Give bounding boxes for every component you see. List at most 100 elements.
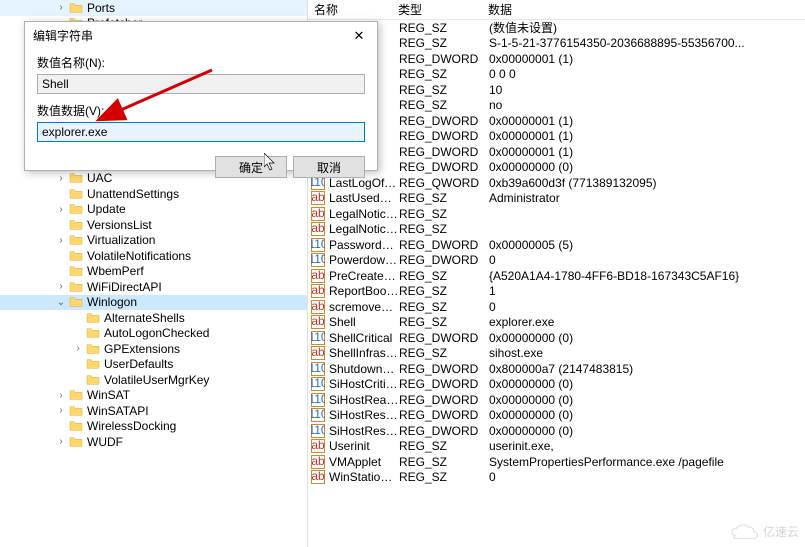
value-data: 0x800000a7 (2147483815) [489, 362, 805, 376]
tree-item-wudf[interactable]: ›WUDF [0, 434, 307, 450]
value-row[interactable]: abLegalNoticeTextREG_SZ [308, 222, 805, 238]
tree-item-wifidirectapi[interactable]: ›WiFiDirectAPI [0, 279, 307, 295]
tree-item-virtualization[interactable]: ›Virtualization [0, 233, 307, 249]
value-row[interactable]: abLegalNoticeCap...REG_SZ [308, 206, 805, 222]
value-row[interactable]: abUserinitREG_SZuserinit.exe, [308, 439, 805, 455]
expander-icon[interactable]: › [55, 405, 67, 417]
value-row[interactable]: abShellInfrastruct...REG_SZsihost.exe [308, 346, 805, 362]
value-name: SiHostCritical [329, 377, 399, 391]
binary-value-icon: 110 [310, 408, 326, 422]
expander-icon[interactable]: › [55, 203, 67, 215]
value-list[interactable]: abREG_SZ(数值未设置)abIDREG_SZS-1-5-21-377615… [308, 20, 805, 485]
expander-icon[interactable]: ⌄ [55, 296, 67, 308]
value-row[interactable]: 110PasswordExpiry...REG_DWORD0x00000005 … [308, 237, 805, 253]
expander-icon[interactable] [55, 420, 67, 432]
expander-icon[interactable] [55, 188, 67, 200]
folder-icon [69, 265, 83, 277]
tree-item-update[interactable]: ›Update [0, 202, 307, 218]
tree-item-wirelessdocking[interactable]: WirelessDocking [0, 419, 307, 435]
value-row[interactable]: abLastUsedUsern...REG_SZAdministrator [308, 191, 805, 207]
tree-item-label: UnattendSettings [87, 187, 179, 201]
folder-icon [69, 296, 83, 308]
string-value-icon: ab [310, 284, 326, 298]
value-row[interactable]: 110tIn...REG_DWORD0x00000001 (1) [308, 144, 805, 160]
value-row[interactable]: 110ShutdownFlagsREG_DWORD0x800000a7 (214… [308, 361, 805, 377]
value-type: REG_SZ [399, 284, 489, 298]
tree-item-userdefaults[interactable]: UserDefaults [0, 357, 307, 373]
tree-item-unattendsettings[interactable]: UnattendSettings [0, 186, 307, 202]
tree-item-alternateshells[interactable]: AlternateShells [0, 310, 307, 326]
expander-icon[interactable] [72, 327, 84, 339]
value-row[interactable]: 110SiHostCriticalREG_DWORD0x00000000 (0) [308, 377, 805, 393]
value-row[interactable]: 110SiHostRestartTi...REG_DWORD0x00000000… [308, 423, 805, 439]
tree-item-winsatapi[interactable]: ›WinSATAPI [0, 403, 307, 419]
value-type: REG_DWORD [399, 129, 489, 143]
expander-icon[interactable]: › [72, 343, 84, 355]
value-row[interactable]: abns...REG_SZ10 [308, 82, 805, 98]
value-row[interactable]: abReportBootOkREG_SZ1 [308, 284, 805, 300]
ok-button[interactable]: 确定 [215, 156, 287, 178]
value-row[interactable]: 110ShellCriticalREG_DWORD0x00000000 (0) [308, 330, 805, 346]
tree-item-gpextensions[interactable]: ›GPExtensions [0, 341, 307, 357]
value-data: no [489, 98, 805, 112]
expander-icon[interactable] [72, 358, 84, 370]
column-data-header[interactable]: 数据 [488, 1, 805, 18]
close-icon[interactable]: ✕ [345, 26, 373, 46]
value-type: REG_DWORD [399, 114, 489, 128]
value-row[interactable]: 110SiHostRestartC...REG_DWORD0x00000000 … [308, 408, 805, 424]
tree-item-winsat[interactable]: › WinSAT [0, 388, 307, 404]
value-row[interactable]: abREG_SZ(数值未设置) [308, 20, 805, 36]
value-row[interactable]: abscremoveoptionREG_SZ0 [308, 299, 805, 315]
column-headers[interactable]: 名称 类型 数据 [308, 0, 805, 20]
value-row[interactable]: abPreCreateKnow...REG_SZ{A520A1A4-1780-4… [308, 268, 805, 284]
value-row[interactable]: 110But...REG_DWORD0x00000001 (1) [308, 113, 805, 129]
value-data: 10 [489, 83, 805, 97]
folder-icon [69, 250, 83, 262]
value-row[interactable]: abWinStationsDis...REG_SZ0 [308, 470, 805, 486]
value-type: REG_DWORD [399, 393, 489, 407]
tree-item-volatilenotifications[interactable]: VolatileNotifications [0, 248, 307, 264]
tree-item-wbemperf[interactable]: WbemPerf [0, 264, 307, 280]
value-row[interactable]: abREG_SZ0 0 0 [308, 67, 805, 83]
column-name-header[interactable]: 名称 [308, 1, 398, 18]
value-row[interactable]: abo...REG_SZno [308, 98, 805, 114]
value-row[interactable]: 110REG_DWORD0x00000001 (1) [308, 51, 805, 67]
value-type: REG_SZ [399, 269, 489, 283]
tree-item-ports[interactable]: › Ports [0, 0, 307, 16]
expander-icon[interactable]: › [55, 234, 67, 246]
expander-icon[interactable] [55, 250, 67, 262]
svg-text:110: 110 [311, 331, 325, 344]
value-data-input[interactable] [37, 122, 365, 142]
folder-icon [86, 327, 100, 339]
value-type: REG_DWORD [399, 408, 489, 422]
binary-value-icon: 110 [310, 424, 326, 438]
tree-item-autologonchecked[interactable]: AutoLogonChecked [0, 326, 307, 342]
expander-icon[interactable]: › [55, 2, 67, 14]
tree-item-versionslist[interactable]: VersionsList [0, 217, 307, 233]
cancel-button[interactable]: 取消 [293, 156, 365, 178]
tree-item-label: WinSAT [87, 388, 130, 402]
value-data: 0x00000000 (0) [489, 393, 805, 407]
value-row[interactable]: 110esREG_DWORD0x00000000 (0) [308, 160, 805, 176]
tree-item-volatileusermgrkey[interactable]: VolatileUserMgrKey [0, 372, 307, 388]
expander-icon[interactable]: › [55, 281, 67, 293]
expander-icon[interactable] [55, 265, 67, 277]
value-row[interactable]: abIDREG_SZS-1-5-21-3776154350-2036688895… [308, 36, 805, 52]
expander-icon[interactable] [72, 374, 84, 386]
tree-item-winlogon[interactable]: ⌄Winlogon [0, 295, 307, 311]
svg-text:ab: ab [311, 439, 325, 452]
column-type-header[interactable]: 类型 [398, 1, 488, 18]
expander-icon[interactable]: › [55, 389, 67, 401]
value-name-input[interactable] [37, 74, 365, 94]
value-data: SystemPropertiesPerformance.exe /pagefil… [489, 455, 805, 469]
value-row[interactable]: 110PowerdownAfte...REG_DWORD0 [308, 253, 805, 269]
value-row[interactable]: 110LastLogOffEndTi...REG_QWORD0xb39a600d… [308, 175, 805, 191]
expander-icon[interactable]: › [55, 436, 67, 448]
value-row[interactable]: 110SiHostReadyTi...REG_DWORD0x00000000 (… [308, 392, 805, 408]
expander-icon[interactable] [55, 219, 67, 231]
value-row[interactable]: abVMAppletREG_SZSystemPropertiesPerforma… [308, 454, 805, 470]
value-row[interactable]: abShellREG_SZexplorer.exe [308, 315, 805, 331]
tree-item-label: Ports [87, 1, 115, 15]
expander-icon[interactable] [72, 312, 84, 324]
value-row[interactable]: 110...REG_DWORD0x00000001 (1) [308, 129, 805, 145]
